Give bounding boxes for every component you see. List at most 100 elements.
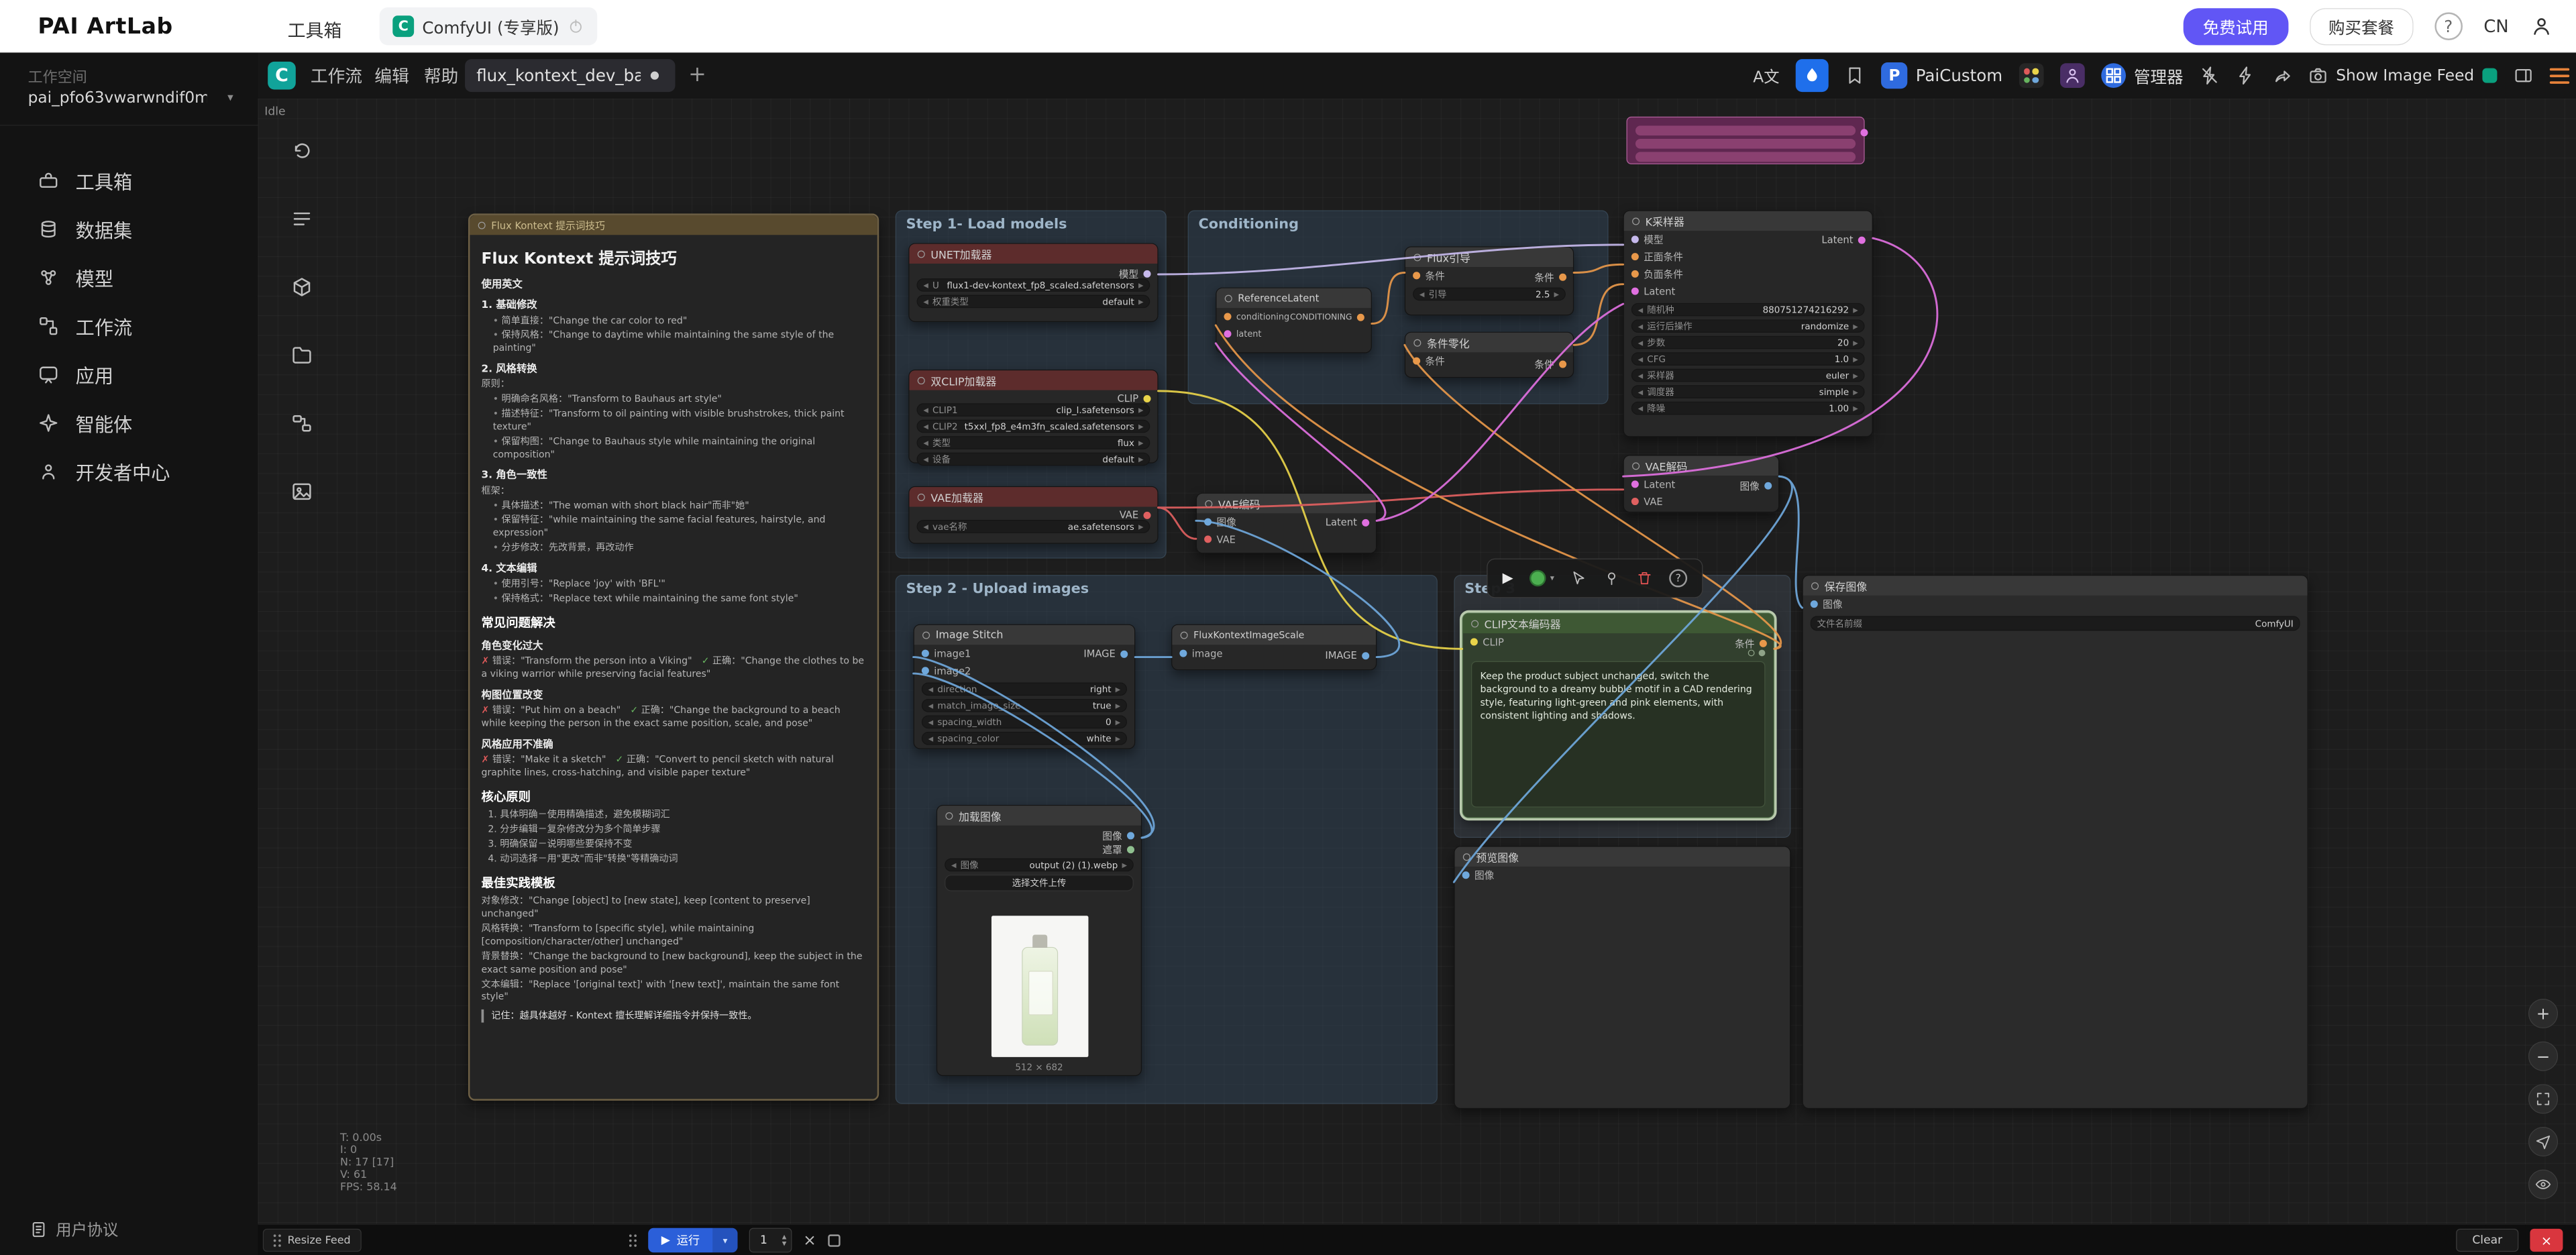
node-header[interactable]: UNET加载器: [910, 244, 1158, 264]
node-header[interactable]: Flux Kontext 提示词技巧: [470, 215, 877, 235]
node-vae-decode[interactable]: VAE解码 图像 LatentVAE: [1623, 455, 1780, 512]
translate-icon[interactable]: A文: [1753, 64, 1779, 87]
output-port[interactable]: 模型: [1119, 267, 1151, 281]
sidebar-item-workflow[interactable]: 工作流: [0, 301, 258, 349]
input-port[interactable]: CLIP: [1463, 633, 1774, 651]
group-title[interactable]: Step 2 - Upload images: [896, 576, 1437, 602]
node-map-icon[interactable]: [290, 413, 313, 435]
node-header[interactable]: K采样器: [1624, 211, 1872, 231]
node-header[interactable]: ReferenceLatent: [1216, 288, 1371, 308]
widget-row[interactable]: ◀spacing_colorwhite▶: [922, 732, 1127, 745]
menu-edit[interactable]: 编辑: [374, 52, 409, 99]
menu-workflow[interactable]: 工作流: [311, 52, 362, 99]
user-agreement-link[interactable]: 用户协议: [30, 1218, 118, 1240]
comfyui-app-icon[interactable]: C: [268, 62, 296, 90]
purchase-plan-button[interactable]: 购买套餐: [2310, 8, 2413, 45]
zoom-out-button[interactable]: −: [2528, 1042, 2558, 1071]
language-switch[interactable]: CN: [2483, 16, 2508, 36]
node-header[interactable]: Image Stitch: [914, 625, 1134, 645]
group-title[interactable]: Step 1- Load models: [896, 211, 1166, 237]
output-port[interactable]: [1860, 129, 1868, 136]
new-workflow-tab-button[interactable]: +: [688, 62, 706, 87]
widget-row[interactable]: ◀spacing_width0▶: [922, 716, 1127, 729]
collapse-dot[interactable]: [1181, 631, 1188, 639]
widget-row[interactable]: ◀CLIP1clip_l.safetensors▶: [917, 403, 1150, 417]
input-port[interactable]: 图像: [1455, 867, 1790, 884]
collapse-dot[interactable]: [918, 250, 925, 258]
widget-row[interactable]: ◀步数20▶: [1631, 336, 1865, 349]
output-port[interactable]: Latent: [1821, 234, 1865, 245]
node-image-stitch[interactable]: Image Stitch IMAGE image1image2 ◀directi…: [914, 624, 1136, 749]
node-header[interactable]: 加载图像: [937, 806, 1141, 825]
node-header[interactable]: 双CLIP加载器: [910, 370, 1158, 390]
widget-row[interactable]: ◀调度器simple▶: [1631, 385, 1865, 398]
run-options-chevron[interactable]: ▾: [713, 1228, 738, 1253]
history-icon[interactable]: [290, 140, 313, 162]
node-header[interactable]: VAE编码: [1197, 494, 1376, 513]
input-port[interactable]: 图像: [1803, 596, 2308, 613]
collapse-dot[interactable]: [1632, 217, 1640, 225]
batch-count-stepper[interactable]: 1 ▲▼: [749, 1228, 792, 1253]
widget-row[interactable]: ◀CFG1.0▶: [1631, 352, 1865, 366]
sidebar-item-app[interactable]: 应用: [0, 350, 258, 398]
zoom-in-button[interactable]: +: [2528, 999, 2558, 1028]
widget-row[interactable]: ◀引导2.5▶: [1413, 288, 1566, 301]
collapse-dot[interactable]: [1413, 339, 1421, 346]
close-feed-button[interactable]: ×: [2530, 1229, 2563, 1252]
toggle-visibility-button[interactable]: [2528, 1170, 2558, 1199]
cursor-icon[interactable]: [1570, 570, 1587, 586]
queue-list-icon[interactable]: [290, 208, 313, 230]
sidebar-item-developer[interactable]: 开发者中心: [0, 447, 258, 495]
upload-file-button[interactable]: 选择文件上传: [945, 875, 1134, 891]
pin-icon[interactable]: [1603, 570, 1619, 586]
collapse-dot[interactable]: [478, 221, 486, 229]
widget-row[interactable]: ◀directionright▶: [922, 683, 1127, 696]
help-icon[interactable]: ?: [2434, 12, 2463, 40]
empty-latent-node-cropped[interactable]: [1626, 117, 1864, 164]
widget-row[interactable]: ◀图像output (2) (1).webp▶: [945, 859, 1134, 872]
drag-handle-icon[interactable]: [629, 1234, 637, 1246]
output-port[interactable]: 条件: [1534, 358, 1566, 372]
cancel-run-icon[interactable]: ×: [803, 1232, 816, 1250]
node-canvas[interactable]: Idle T: 0.00s I: 0 N: 17 [17] V: 61 FPS:…: [258, 99, 2576, 1224]
widget-row[interactable]: ◀vae名称ae.safetensors▶: [917, 520, 1150, 533]
run-selected-icon[interactable]: ▶: [1503, 570, 1513, 586]
assistant-button[interactable]: [1796, 59, 1829, 92]
output-port[interactable]: 条件: [1534, 270, 1566, 284]
comfyui-session-tab[interactable]: C ComfyUI (专享版): [380, 7, 597, 45]
node-clip-text-encode[interactable]: CLIP文本编码器 条件 CLIP Keep the product subje…: [1462, 612, 1774, 818]
widget-row[interactable]: ◀设备default▶: [917, 453, 1150, 466]
widget-row[interactable]: ◀类型flux▶: [917, 436, 1150, 449]
input-port[interactable]: image2: [914, 662, 1134, 679]
share-icon[interactable]: [2272, 66, 2292, 85]
node-preview-image[interactable]: 预览图像 图像: [1454, 846, 1790, 1109]
palette-extension-icon[interactable]: [2019, 63, 2044, 88]
widget-row[interactable]: [1635, 139, 1856, 149]
collapse-dot[interactable]: [1463, 853, 1470, 861]
node-reference-latent[interactable]: ReferenceLatent CONDITIONING conditionin…: [1216, 288, 1372, 353]
image-preview[interactable]: [991, 916, 1088, 1057]
widget-row[interactable]: [1635, 125, 1856, 135]
widget-row[interactable]: ◀随机种880751274216292▶: [1631, 303, 1865, 317]
output-port[interactable]: CLIP: [1117, 392, 1150, 404]
lightning-icon[interactable]: [2236, 66, 2255, 85]
node-header[interactable]: Flux引导: [1405, 248, 1573, 267]
node-vae-loader[interactable]: VAE加载器 VAE ◀vae名称ae.safetensors▶: [908, 486, 1158, 544]
node-header[interactable]: 保存图像: [1803, 576, 2308, 595]
widget-row[interactable]: ◀Uflux1-dev-kontext_fp8_scaled.safetenso…: [917, 278, 1150, 292]
node-vae-encode[interactable]: VAE编码 Latent 图像VAE: [1196, 493, 1377, 554]
output-port[interactable]: CONDITIONING: [1290, 313, 1364, 322]
input-port[interactable]: 负面条件: [1624, 266, 1872, 283]
output-port[interactable]: IMAGE: [1325, 650, 1369, 661]
node-header[interactable]: FluxKontextImageScale: [1172, 625, 1376, 645]
node-note-prompt-tips[interactable]: Flux Kontext 提示词技巧 Flux Kontext 提示词技巧 使用…: [468, 213, 879, 1100]
locate-button[interactable]: [2528, 1127, 2558, 1156]
free-trial-button[interactable]: 免费试用: [2183, 8, 2288, 45]
widget-row[interactable]: [1635, 152, 1856, 162]
collapse-dot[interactable]: [945, 812, 953, 819]
show-image-feed-toggle[interactable]: Show Image Feed: [2308, 66, 2498, 85]
clear-feed-button[interactable]: Clear: [2456, 1229, 2518, 1252]
node-library-icon[interactable]: [290, 276, 313, 298]
node-flux-guidance[interactable]: Flux引导 条件 条件 ◀引导2.5▶: [1405, 246, 1574, 315]
input-port[interactable]: latent: [1216, 325, 1371, 343]
